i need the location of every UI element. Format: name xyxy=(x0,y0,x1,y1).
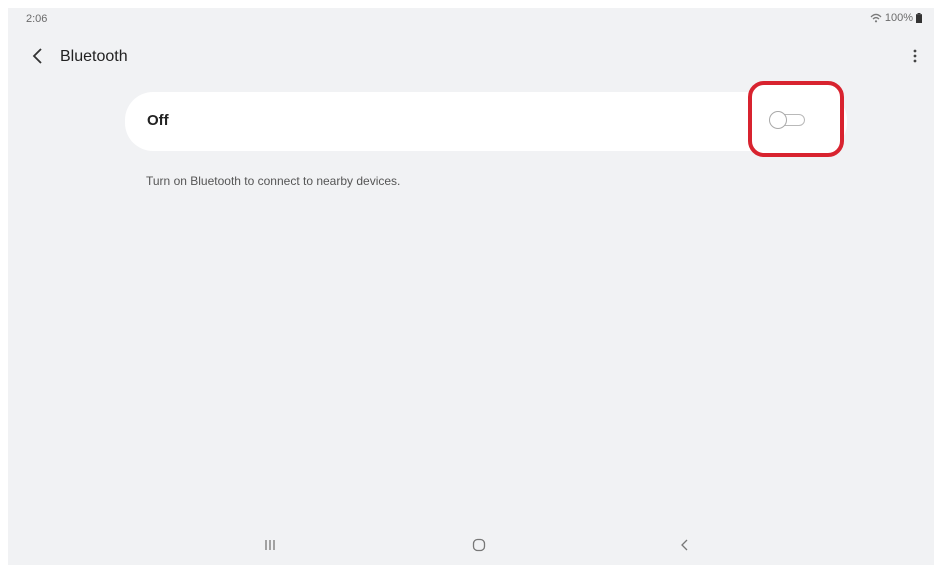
status-time: 2:06 xyxy=(26,13,48,25)
bluetooth-switch[interactable] xyxy=(769,111,807,129)
more-vert-icon xyxy=(913,48,917,69)
recents-button[interactable] xyxy=(258,537,282,557)
navigation-bar xyxy=(8,529,934,565)
bluetooth-description: Turn on Bluetooth to connect to nearby d… xyxy=(146,174,401,188)
switch-thumb xyxy=(769,111,787,129)
home-icon xyxy=(472,538,486,557)
chevron-left-icon xyxy=(32,47,44,69)
nav-back-button[interactable] xyxy=(673,537,697,557)
bluetooth-state-label: Off xyxy=(147,112,169,129)
page-title: Bluetooth xyxy=(60,48,128,65)
battery-percent: 100% xyxy=(884,12,913,24)
back-button[interactable] xyxy=(26,46,50,70)
status-icons: 100% xyxy=(870,12,922,24)
bluetooth-toggle-card[interactable]: Off xyxy=(125,92,847,151)
back-icon xyxy=(680,538,690,557)
more-options-button[interactable] xyxy=(906,46,924,70)
recents-icon xyxy=(263,538,277,556)
status-bar: 2:06 100% xyxy=(8,8,934,28)
screen: 2:06 100% Bluetooth Off Turn on Bluetoot… xyxy=(8,8,934,565)
battery-icon xyxy=(916,13,922,23)
wifi-icon xyxy=(870,13,882,23)
app-bar: Bluetooth xyxy=(8,42,934,76)
home-button[interactable] xyxy=(467,537,491,557)
